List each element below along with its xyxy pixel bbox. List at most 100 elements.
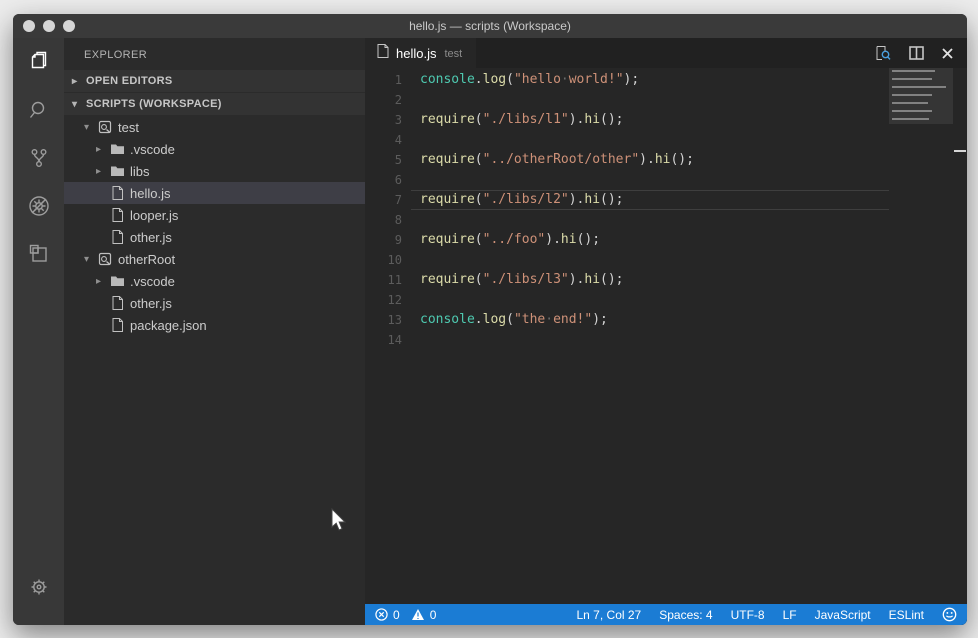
line-number[interactable]: 14	[365, 330, 411, 350]
extensions-icon[interactable]	[13, 230, 64, 278]
line-number[interactable]: 6	[365, 170, 411, 190]
code-line[interactable]: require("../otherRoot/other").hi();	[411, 150, 889, 170]
code-token: ·	[561, 72, 569, 87]
folder-icon	[110, 164, 129, 178]
status-item-utf-8[interactable]: UTF-8	[731, 608, 765, 622]
line-number[interactable]: 7	[365, 190, 411, 210]
feedback-smiley-icon[interactable]	[942, 607, 957, 622]
status-item-lf[interactable]: LF	[783, 608, 797, 622]
activity-bar	[13, 38, 64, 625]
section-header-open-editors[interactable]: ▸OPEN EDITORS	[64, 70, 365, 92]
warning-count: 0	[430, 608, 437, 622]
tree-item-label: hello.js	[130, 186, 170, 201]
code-token: require	[420, 232, 475, 247]
line-number-gutter[interactable]: 1234567891011121314	[365, 68, 411, 604]
overview-ruler	[953, 68, 967, 604]
minimize-window-button[interactable]	[43, 20, 55, 32]
tree-item-test[interactable]: ▾test	[64, 116, 365, 138]
code-line[interactable]	[411, 130, 889, 150]
code-token: hi	[655, 152, 671, 167]
tree-item-hello-js[interactable]: hello.js	[64, 182, 365, 204]
tree-item-otherroot[interactable]: ▾otherRoot	[64, 248, 365, 270]
code-line[interactable]: require("../foo").hi();	[411, 230, 889, 250]
error-icon	[375, 608, 388, 621]
code-line[interactable]: require("./libs/l2").hi();	[411, 190, 889, 210]
code-line[interactable]	[411, 290, 889, 310]
chevron-right-icon[interactable]: ▸	[96, 144, 110, 155]
vscode-window: hello.js — scripts (Workspace)	[13, 14, 967, 625]
status-item-spaces-4[interactable]: Spaces: 4	[659, 608, 712, 622]
tree-item--vscode[interactable]: ▸.vscode	[64, 138, 365, 160]
problems-status[interactable]: 0 0	[375, 608, 436, 622]
explorer-sidebar: EXPLORER ▸OPEN EDITORS▾SCRIPTS (WORKSPAC…	[64, 38, 365, 625]
code-line[interactable]	[411, 170, 889, 190]
code-line[interactable]	[411, 330, 889, 350]
chevron-right-icon[interactable]: ▸	[96, 166, 110, 177]
minimap-slider[interactable]	[889, 68, 953, 124]
code-editor[interactable]: 1234567891011121314 console.log("hello·w…	[365, 68, 967, 604]
code-token: ();	[600, 272, 623, 287]
line-number[interactable]: 5	[365, 150, 411, 170]
section-label: OPEN EDITORS	[86, 75, 173, 87]
code-token: (	[475, 272, 483, 287]
tree-item--vscode[interactable]: ▸.vscode	[64, 270, 365, 292]
line-number[interactable]: 1	[365, 70, 411, 90]
minimap-line	[892, 102, 928, 104]
tree-item-label: other.js	[130, 296, 172, 311]
find-in-file-icon[interactable]	[875, 45, 891, 61]
code-token: hi	[584, 112, 600, 127]
status-item-ln-7-col-27[interactable]: Ln 7, Col 27	[577, 608, 642, 622]
chevron-down-icon[interactable]: ▾	[84, 254, 98, 265]
tree-item-package-json[interactable]: package.json	[64, 314, 365, 336]
code-token: hi	[561, 232, 577, 247]
traffic-lights	[23, 20, 75, 32]
line-number[interactable]: 4	[365, 130, 411, 150]
code-line[interactable]: require("./libs/l3").hi();	[411, 270, 889, 290]
line-number[interactable]: 11	[365, 270, 411, 290]
code-line[interactable]	[411, 210, 889, 230]
minimap-line	[892, 86, 946, 88]
chevron-right-icon[interactable]: ▸	[96, 276, 110, 287]
line-number[interactable]: 3	[365, 110, 411, 130]
line-number[interactable]: 2	[365, 90, 411, 110]
line-number[interactable]: 8	[365, 210, 411, 230]
code-token: console	[420, 312, 475, 327]
folder-icon	[110, 274, 129, 288]
code-line[interactable]: require("./libs/l1").hi();	[411, 110, 889, 130]
minimap-gap	[889, 112, 953, 116]
minimap-gap	[889, 72, 953, 76]
gear-icon[interactable]	[13, 563, 64, 611]
code-token: "../otherRoot/other"	[483, 152, 640, 167]
status-item-javascript[interactable]: JavaScript	[815, 608, 871, 622]
code-line[interactable]: console.log("the·end!");	[411, 310, 889, 330]
split-editor-icon[interactable]	[909, 46, 924, 60]
line-number[interactable]: 10	[365, 250, 411, 270]
line-number[interactable]: 12	[365, 290, 411, 310]
code-line[interactable]	[411, 90, 889, 110]
code-token: hi	[584, 192, 600, 207]
zoom-window-button[interactable]	[63, 20, 75, 32]
line-number[interactable]: 9	[365, 230, 411, 250]
status-item-eslint[interactable]: ESLint	[889, 608, 924, 622]
section-header-scripts-workspace-[interactable]: ▾SCRIPTS (WORKSPACE)	[64, 93, 365, 115]
file-icon	[110, 230, 129, 244]
status-bar: 0 0 Ln 7, Col 27 Spaces: 4 UTF-8 LF JavaScri…	[365, 604, 967, 625]
explorer-icon[interactable]	[13, 38, 64, 86]
code-line[interactable]	[411, 250, 889, 270]
tree-item-libs[interactable]: ▸libs	[64, 160, 365, 182]
tab-hello-js[interactable]: hello.js test	[365, 38, 476, 68]
tree-item-other-js[interactable]: other.js	[64, 226, 365, 248]
tree-item-looper-js[interactable]: looper.js	[64, 204, 365, 226]
debug-icon[interactable]	[13, 182, 64, 230]
search-icon[interactable]	[13, 86, 64, 134]
line-number[interactable]: 13	[365, 310, 411, 330]
chevron-down-icon[interactable]: ▾	[84, 122, 98, 133]
source-control-icon[interactable]	[13, 134, 64, 182]
section-label: SCRIPTS (WORKSPACE)	[86, 98, 222, 110]
minimap[interactable]	[889, 68, 953, 604]
close-editor-icon[interactable]	[942, 48, 953, 59]
tree-item-other-js[interactable]: other.js	[64, 292, 365, 314]
chevron-down-icon: ▾	[72, 99, 86, 110]
close-window-button[interactable]	[23, 20, 35, 32]
code-line[interactable]: console.log("hello·world!");	[411, 70, 889, 90]
